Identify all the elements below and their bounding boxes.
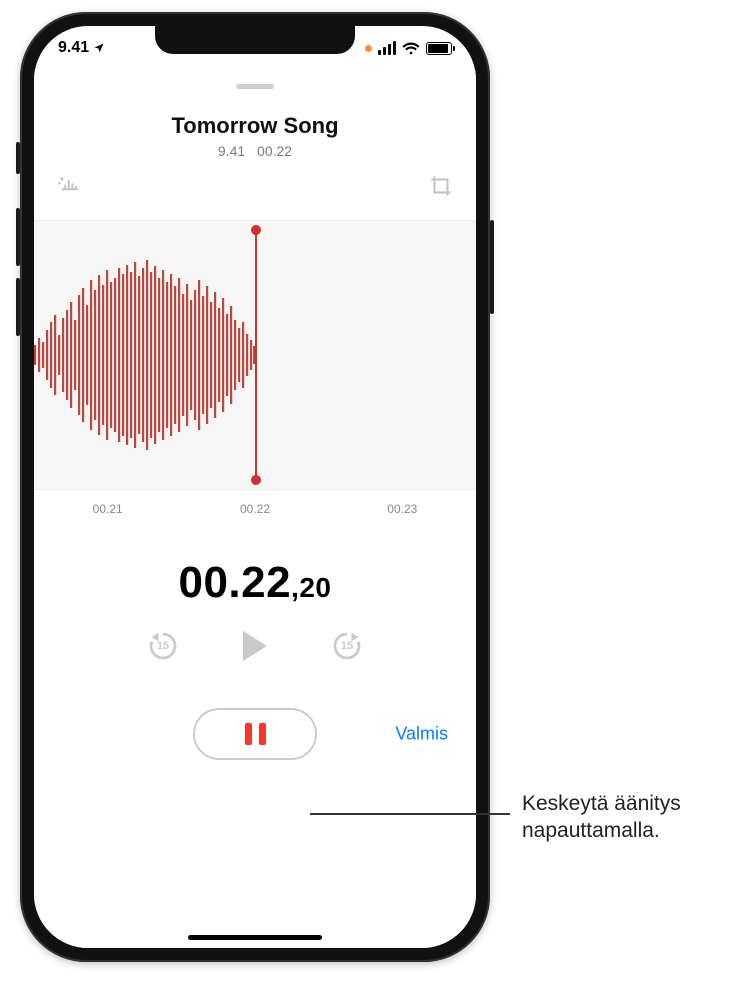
playback-row: 15 15 xyxy=(34,628,476,664)
sheet-grabber[interactable] xyxy=(236,84,274,89)
status-right xyxy=(365,41,452,55)
status-time-text: 9.41 xyxy=(58,39,89,57)
recording-subtitle: 9.41 00.22 xyxy=(34,143,476,159)
pause-bar-2 xyxy=(259,723,266,745)
status-time: 9.41 xyxy=(58,39,105,57)
enhance-icon[interactable] xyxy=(56,173,84,206)
time-ticks: 00.21 00.22 00.23 xyxy=(34,490,476,516)
recording-subtitle-time: 9.41 xyxy=(218,143,245,159)
screen: 9.41 Tomorrow Song 9.41 00.22 xyxy=(34,26,476,948)
volume-up-button xyxy=(16,208,20,266)
recording-title[interactable]: Tomorrow Song xyxy=(34,113,476,139)
tool-row xyxy=(34,159,476,206)
bottom-row: Valmis xyxy=(34,704,476,764)
done-button[interactable]: Valmis xyxy=(395,724,448,745)
trim-icon[interactable] xyxy=(428,173,454,206)
phone-frame: 9.41 Tomorrow Song 9.41 00.22 xyxy=(20,12,490,962)
skip-forward-button[interactable]: 15 xyxy=(329,628,365,664)
side-button xyxy=(490,220,494,314)
callout-line xyxy=(310,813,510,815)
mute-switch xyxy=(16,142,20,174)
cellular-icon xyxy=(378,41,396,55)
home-indicator[interactable] xyxy=(188,935,322,940)
skip-back-label: 15 xyxy=(157,640,169,652)
elapsed-fraction: ,20 xyxy=(291,572,331,603)
battery-icon xyxy=(426,42,452,55)
pause-button[interactable] xyxy=(193,708,317,760)
play-button[interactable] xyxy=(243,631,267,661)
tick-1: 00.22 xyxy=(240,502,270,516)
waveform-area[interactable] xyxy=(34,220,476,490)
skip-back-button[interactable]: 15 xyxy=(145,628,181,664)
elapsed-time: 00.22,20 xyxy=(34,558,476,608)
callout-text: Keskeytä äänitys napauttamalla. xyxy=(522,790,742,845)
tick-2: 00.23 xyxy=(387,502,417,516)
notch xyxy=(155,26,355,54)
tick-0: 00.21 xyxy=(93,502,123,516)
recording-subtitle-duration: 00.22 xyxy=(257,143,292,159)
skip-fwd-label: 15 xyxy=(341,640,353,652)
pause-bar-1 xyxy=(245,723,252,745)
location-icon xyxy=(93,42,105,54)
playhead[interactable] xyxy=(255,231,257,479)
elapsed-main: 00.22 xyxy=(178,558,291,607)
content-area: Tomorrow Song 9.41 00.22 xyxy=(34,70,476,948)
wifi-icon xyxy=(402,42,420,55)
volume-down-button xyxy=(16,278,20,336)
recording-indicator-dot xyxy=(365,45,372,52)
